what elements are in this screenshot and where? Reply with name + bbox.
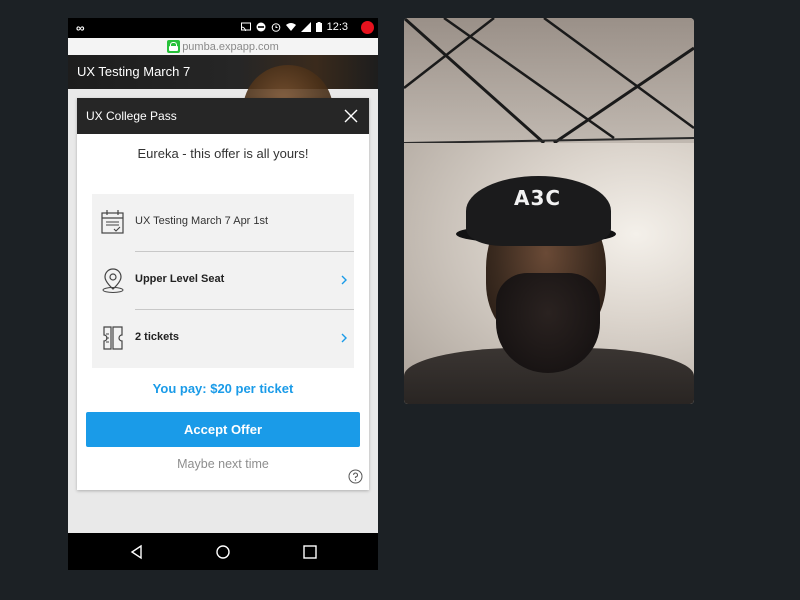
location-pin-icon — [102, 268, 124, 293]
wifi-icon — [285, 23, 296, 31]
date-row: UX Testing March 7 Apr 1st — [92, 194, 354, 251]
infinity-icon: ∞ — [76, 21, 85, 35]
calendar-icon — [101, 210, 124, 234]
cap-logo-text: A3C — [514, 186, 562, 210]
tickets-label: 2 tickets — [135, 331, 180, 343]
home-icon[interactable] — [213, 542, 233, 562]
tickets-row[interactable]: 2 tickets — [92, 310, 354, 367]
battery-icon — [315, 22, 322, 32]
clock: 12:3 — [326, 21, 348, 33]
maybe-next-time-link[interactable]: Maybe next time — [77, 457, 369, 471]
lock-icon — [167, 40, 181, 53]
back-icon[interactable] — [127, 542, 147, 562]
close-icon[interactable] — [343, 108, 359, 124]
recording-indicator-icon — [361, 21, 374, 34]
modal-header: UX College Pass — [77, 98, 369, 134]
recents-icon[interactable] — [300, 542, 320, 562]
cast-icon — [240, 22, 251, 32]
page-title: UX Testing March 7 — [77, 64, 191, 79]
page-header: UX Testing March 7 — [68, 55, 378, 155]
participant-video: A3C — [404, 18, 694, 404]
alarm-icon — [271, 23, 280, 32]
person-beard — [496, 273, 600, 373]
address-bar[interactable]: pumba.expapp.com — [68, 38, 378, 56]
offer-details: UX Testing March 7 Apr 1st Upper Level S… — [92, 194, 354, 368]
seat-label: Upper Level Seat — [135, 273, 225, 285]
android-nav-bar — [68, 533, 378, 570]
offer-modal: UX College Pass Eureka - this offer is a… — [77, 98, 369, 490]
ticket-icon — [103, 326, 123, 350]
status-bar: ∞ 12:3 — [68, 18, 378, 38]
signal-icon — [300, 22, 311, 32]
chevron-right-icon — [341, 333, 347, 343]
phone-screen: ∞ 12:3 pumba.expapp.com UX Testing March… — [68, 18, 378, 570]
price-text: You pay: $20 per ticket — [152, 381, 294, 396]
help-icon[interactable] — [348, 469, 363, 484]
ceiling-beams — [404, 18, 694, 145]
offer-heading: Eureka - this offer is all yours! — [137, 146, 309, 161]
seat-row[interactable]: Upper Level Seat — [92, 252, 354, 309]
modal-title: UX College Pass — [86, 109, 177, 123]
accept-offer-button[interactable]: Accept Offer — [86, 412, 360, 447]
url-text: pumba.expapp.com — [182, 40, 279, 53]
do-not-disturb-icon — [256, 22, 266, 32]
chevron-right-icon — [341, 275, 347, 285]
date-label: UX Testing March 7 Apr 1st — [135, 215, 269, 227]
